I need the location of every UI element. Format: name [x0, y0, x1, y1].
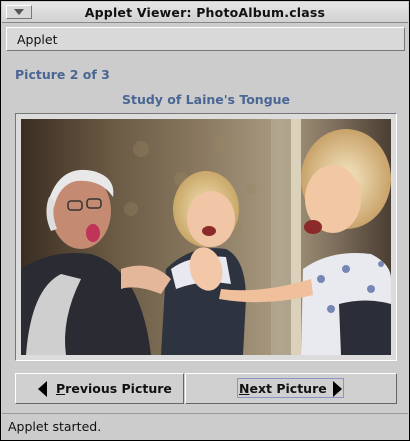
- status-text: Applet started.: [8, 419, 102, 434]
- photo-frame: [15, 113, 397, 361]
- picture-counter: Picture 2 of 3: [15, 67, 110, 82]
- window-title: Applet Viewer: PhotoAlbum.class: [84, 5, 326, 20]
- applet-viewer-window: Applet Viewer: PhotoAlbum.class Applet P…: [0, 0, 410, 441]
- status-bar: Applet started.: [2, 413, 408, 440]
- title-bar[interactable]: Applet Viewer: PhotoAlbum.class: [2, 2, 408, 23]
- menu-applet[interactable]: Applet: [17, 32, 58, 47]
- previous-picture-button[interactable]: Previous Picture: [15, 373, 184, 404]
- photo-image: [21, 119, 391, 355]
- previous-picture-label: Previous Picture: [56, 381, 172, 396]
- menu-bar: Applet: [6, 27, 405, 51]
- picture-title: Study of Laine's Tongue: [121, 92, 291, 107]
- arrow-right-icon: [333, 381, 342, 397]
- photo: [21, 119, 391, 355]
- arrow-left-icon: [38, 381, 47, 397]
- next-picture-button[interactable]: Next Picture: [185, 373, 397, 404]
- next-picture-label: Next Picture: [239, 381, 327, 396]
